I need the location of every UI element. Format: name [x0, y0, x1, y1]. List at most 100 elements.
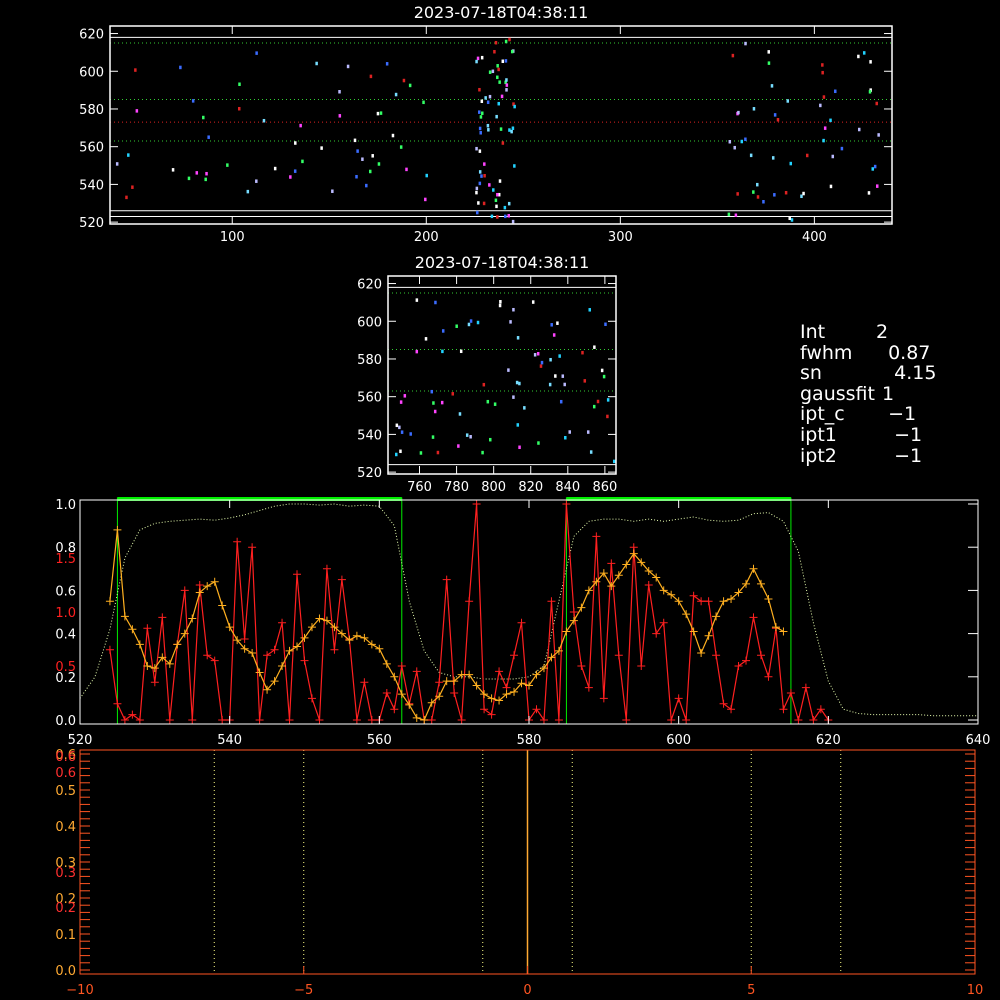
- image-pixel: [829, 184, 833, 189]
- image-pixel: [494, 40, 498, 45]
- image-pixel: [500, 94, 504, 99]
- image-pixel: [433, 409, 437, 414]
- figure-canvas: 2023-07-18T04:38:11100 200 300 400520540560…: [55, 3, 990, 998]
- series-orange-point: [135, 640, 144, 649]
- series-orange-point: [756, 579, 765, 588]
- image-pixel: [424, 337, 428, 341]
- x-tick-label: 100: [220, 230, 245, 245]
- series-red-point: [599, 694, 608, 703]
- image-pixel: [483, 173, 486, 178]
- image-pixel: [549, 357, 552, 362]
- image-pixel: [476, 56, 480, 61]
- image-pixel: [822, 138, 825, 143]
- image-pixel: [424, 197, 427, 202]
- series-red-point: [734, 662, 743, 670]
- y-tick-label-red: 1.0: [55, 606, 76, 621]
- image-pixel: [331, 189, 334, 193]
- image-pixel: [441, 329, 445, 333]
- image-pixel: [494, 198, 498, 203]
- image-pixel: [395, 423, 399, 428]
- series-orange-point: [352, 631, 361, 640]
- image-pixel: [756, 182, 759, 187]
- image-pixel: [507, 201, 511, 206]
- info-row-gaussfit: gaussfit 1: [800, 384, 990, 405]
- info-key: fwhm: [800, 341, 853, 364]
- image-pixel: [558, 354, 561, 358]
- series-red-point: [188, 716, 197, 724]
- series-red-point: [667, 716, 676, 724]
- series-red-point: [487, 710, 496, 719]
- series-red-point: [360, 678, 369, 687]
- image-pixel: [195, 171, 199, 175]
- image-pixel: [477, 201, 480, 205]
- image-pixel: [822, 95, 826, 99]
- image-pixel: [353, 138, 357, 143]
- image-pixel: [488, 94, 492, 99]
- image-pixel: [568, 430, 571, 434]
- image-pixel: [733, 145, 736, 150]
- image-pixel: [840, 146, 844, 151]
- x-tick-label: 520: [68, 733, 93, 748]
- series-red-point: [532, 705, 541, 714]
- image-pixel: [486, 123, 490, 128]
- image-pixel: [510, 129, 513, 134]
- image-pixel: [479, 115, 483, 119]
- series-red-point: [584, 683, 593, 692]
- y-tick-label: 0.1: [55, 928, 76, 943]
- image-pixel: [877, 133, 880, 137]
- info-value: −1: [876, 423, 923, 446]
- y-tick-label: 0.5: [55, 784, 76, 799]
- image-pixel: [533, 353, 537, 357]
- image-pixel: [246, 189, 250, 194]
- series-red-point: [105, 645, 114, 654]
- image-pixel: [338, 114, 342, 118]
- image-pixel: [805, 153, 809, 158]
- image-pixel: [338, 90, 341, 94]
- image-pixel: [767, 61, 771, 65]
- image-pixel: [262, 118, 266, 123]
- x-tick-label: −10: [66, 983, 93, 998]
- image-pixel: [505, 88, 508, 92]
- image-pixel: [315, 61, 318, 66]
- zoom_image-panel: 2023-07-18T04:38:11 760 780 800 820 840 860 520…: [357, 253, 617, 495]
- image-pixel: [498, 80, 501, 84]
- image-pixel: [134, 68, 137, 72]
- y-tick-label: 560: [357, 391, 382, 406]
- y-tick-label: 540: [357, 428, 382, 443]
- image-pixel: [509, 320, 512, 324]
- image-pixel: [868, 90, 872, 94]
- image-pixel: [457, 444, 460, 448]
- image-pixel: [475, 146, 478, 151]
- image-pixel: [589, 450, 593, 454]
- image-pixel: [237, 106, 241, 111]
- y-tick-label: 520: [79, 216, 104, 231]
- info-key: ipt_c: [800, 403, 845, 426]
- image-pixel: [734, 213, 738, 217]
- info-row-ipt1: ipt1 −1: [800, 425, 990, 446]
- image-pixel: [581, 350, 584, 355]
- series-red-point: [412, 667, 421, 676]
- series-orange-point: [382, 659, 391, 668]
- series-orange-point: [749, 564, 758, 573]
- image-pixel: [586, 430, 590, 434]
- series-orange-point: [697, 649, 706, 658]
- image-pixel: [789, 161, 793, 166]
- image-pixel: [507, 368, 510, 372]
- image-pixel: [604, 322, 607, 327]
- image-pixel: [602, 374, 606, 379]
- image-pixel: [486, 100, 490, 105]
- series-red-point: [644, 581, 653, 589]
- image-pixel: [537, 441, 540, 445]
- image-pixel: [467, 322, 471, 327]
- y-tick-label: 0.0: [55, 714, 76, 729]
- top_image-panel: 2023-07-18T04:38:11 100 200 300 400 520 540 560…: [79, 3, 893, 245]
- series-red-point: [607, 559, 616, 568]
- image-pixel: [273, 166, 277, 171]
- series-red-point: [113, 699, 122, 708]
- image-pixel: [469, 435, 472, 439]
- x-tick-label: 780: [444, 480, 469, 495]
- series-red-point: [337, 575, 346, 584]
- series-red-point: [128, 710, 137, 719]
- image-pixel: [593, 345, 596, 349]
- y-tick-label: 1.0: [55, 498, 76, 513]
